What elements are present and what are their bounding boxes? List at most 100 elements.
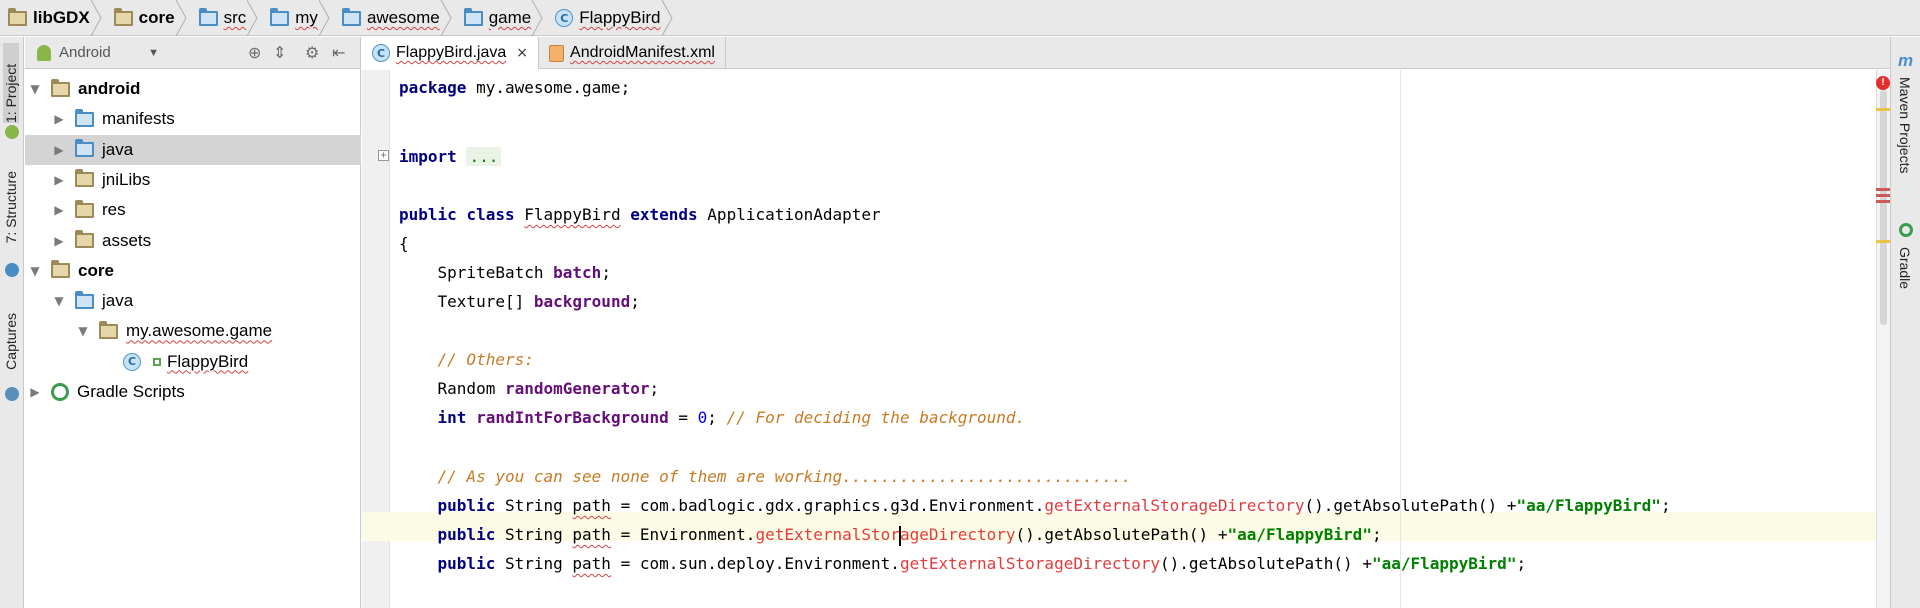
tab-structure[interactable]: 7: Structure (3, 171, 19, 243)
expand-down-icon[interactable]: ▼ (53, 294, 65, 308)
breadcrumb-awesome[interactable]: awesome (334, 0, 452, 36)
resource-folder-icon (75, 199, 94, 218)
warning-marker[interactable] (1876, 108, 1890, 111)
folder-icon (75, 108, 94, 127)
project-panel-toolbar: Android ▼ ⊕ ⇕ ⚙ ⇤ (25, 37, 360, 69)
tree-item-android[interactable]: ▼ android (25, 74, 361, 104)
gear-icon[interactable]: ⚙ (305, 45, 319, 61)
tab-captures[interactable]: Captures (3, 313, 19, 370)
captures-icon (5, 387, 19, 401)
breadcrumb-separator (440, 0, 452, 36)
expand-right-icon[interactable]: ▶ (53, 234, 65, 248)
expand-right-icon[interactable]: ▶ (53, 143, 65, 157)
tab-androidmanifest-xml[interactable]: AndroidManifest.xml (539, 37, 726, 69)
navigation-bar: libGDX core src my awesome game C FlappyBird (0, 0, 1920, 36)
tree-item-label: my.awesome.game (126, 321, 273, 341)
tree-item-my-awesome-game[interactable]: ▼ my.awesome.game (25, 316, 361, 346)
folder-icon (270, 7, 290, 26)
tab-project[interactable]: 1: Project (3, 43, 19, 123)
breadcrumb-label: awesome (366, 8, 440, 27)
breadcrumb-libgdx[interactable]: libGDX (0, 0, 102, 36)
code-line-path-1: public String path = com.badlogic.gdx.gr… (437, 496, 1671, 515)
tree-item-core[interactable]: ▼ core (25, 256, 361, 286)
tree-item-res[interactable]: ▶ res (25, 195, 361, 225)
breadcrumb-flappybird[interactable]: C FlappyBird (547, 0, 673, 36)
error-marker[interactable] (1876, 194, 1890, 197)
package-icon (99, 320, 118, 339)
class-icon: C (123, 352, 141, 371)
hide-panel-icon[interactable]: ⇤ (332, 45, 345, 61)
error-marker[interactable] (1876, 188, 1890, 191)
project-folder-icon (8, 7, 27, 26)
chevron-down-icon: ▼ (148, 46, 159, 59)
tree-item-label: java (102, 291, 134, 311)
breadcrumb-my[interactable]: my (262, 0, 330, 36)
breadcrumb-src[interactable]: src (191, 0, 258, 36)
tree-item-jnilibs[interactable]: ▶ jniLibs (25, 165, 361, 195)
android-icon (37, 44, 51, 61)
project-view-select[interactable]: Android ▼ (59, 44, 159, 61)
tree-item-label: android (78, 79, 141, 98)
expand-right-icon[interactable]: ▶ (53, 173, 65, 187)
error-marker[interactable] (1876, 200, 1890, 203)
resource-folder-icon (75, 230, 94, 248)
access-lock-icon (153, 357, 161, 366)
breadcrumb-label: game (488, 8, 532, 27)
tree-item-gradle-scripts[interactable]: ▶ Gradle Scripts (25, 377, 361, 407)
breadcrumb-label: my (295, 8, 318, 27)
vertical-scrollbar[interactable] (1880, 90, 1887, 325)
tree-item-manifests[interactable]: ▶ manifests (25, 104, 361, 134)
tree-item-java[interactable]: ▶ java (25, 134, 361, 165)
tree-item-flappybird[interactable]: C FlappyBird (25, 347, 361, 377)
code-line-randint: int randIntForBackground = 0; // For dec… (437, 408, 1026, 427)
tree-item-label: assets (102, 230, 152, 250)
module-folder-icon (113, 7, 133, 26)
code-line-random: Random randomGenerator; (437, 379, 660, 398)
code-line-batch: SpriteBatch batch; (437, 263, 611, 282)
right-tool-strip: m Maven Projects Gradle (1890, 37, 1920, 608)
breadcrumb-separator (531, 0, 543, 36)
expand-right-icon[interactable]: ▶ (53, 112, 65, 126)
tree-item-label: Gradle Scripts (77, 382, 185, 401)
fold-expand-icon[interactable]: + (378, 150, 389, 161)
maven-icon: m (1898, 51, 1914, 70)
expand-down-icon[interactable]: ▼ (77, 324, 89, 338)
editor-tab-bar: C FlappyBird.java × AndroidManifest.xml (362, 37, 1920, 70)
project-panel: Android ▼ ⊕ ⇕ ⚙ ⇤ ▼ android ▶ manifests ▶ jav… (25, 37, 361, 608)
error-indicator-icon[interactable]: ! (1876, 76, 1890, 90)
structure-icon (5, 263, 19, 277)
code-line-import: import ... (399, 142, 502, 171)
resource-folder-icon (75, 169, 94, 188)
folder-icon (75, 139, 94, 158)
android-icon (5, 125, 19, 139)
code-line-path-3: public String path = com.sun.deploy.Envi… (437, 554, 1527, 573)
breadcrumb-core[interactable]: core (106, 0, 187, 36)
tab-flappybird-java[interactable]: C FlappyBird.java × (362, 37, 540, 70)
close-icon[interactable]: × (516, 45, 528, 61)
tree-item-assets[interactable]: ▶ assets (25, 226, 361, 256)
tab-maven-projects[interactable]: Maven Projects (1897, 77, 1913, 173)
tab-label: AndroidManifest.xml (570, 44, 715, 61)
folder-icon (463, 7, 483, 26)
expand-down-icon[interactable]: ▼ (29, 82, 41, 96)
tree-item-java[interactable]: ▼ java (25, 286, 361, 316)
expand-right-icon[interactable]: ▶ (29, 385, 41, 399)
scroll-from-source-icon[interactable]: ⊕ (248, 45, 261, 61)
tab-gradle[interactable]: Gradle (1897, 247, 1913, 289)
breadcrumb-label: src (223, 8, 247, 27)
left-tool-strip: 1: Project 7: Structure Captures (0, 37, 24, 608)
collapse-all-icon[interactable]: ⇕ (273, 45, 286, 61)
expand-right-icon[interactable]: ▶ (53, 203, 65, 217)
code-editor[interactable]: + package my.awesome.game; import ... pu… (362, 70, 1890, 608)
folded-imports[interactable]: ... (466, 147, 502, 166)
breadcrumb-label: core (138, 8, 175, 27)
code-line-background: Texture[] background; (437, 292, 640, 311)
expand-down-icon[interactable]: ▼ (29, 264, 41, 278)
breadcrumb-game[interactable]: game (456, 0, 543, 36)
warning-marker[interactable] (1876, 240, 1890, 243)
code-line-class: public class FlappyBird extends Applicat… (399, 205, 881, 224)
tree-item-label: java (102, 139, 134, 159)
breadcrumb-separator (661, 0, 673, 36)
right-margin-guide (1400, 70, 1401, 608)
tree-item-label: manifests (102, 109, 175, 129)
